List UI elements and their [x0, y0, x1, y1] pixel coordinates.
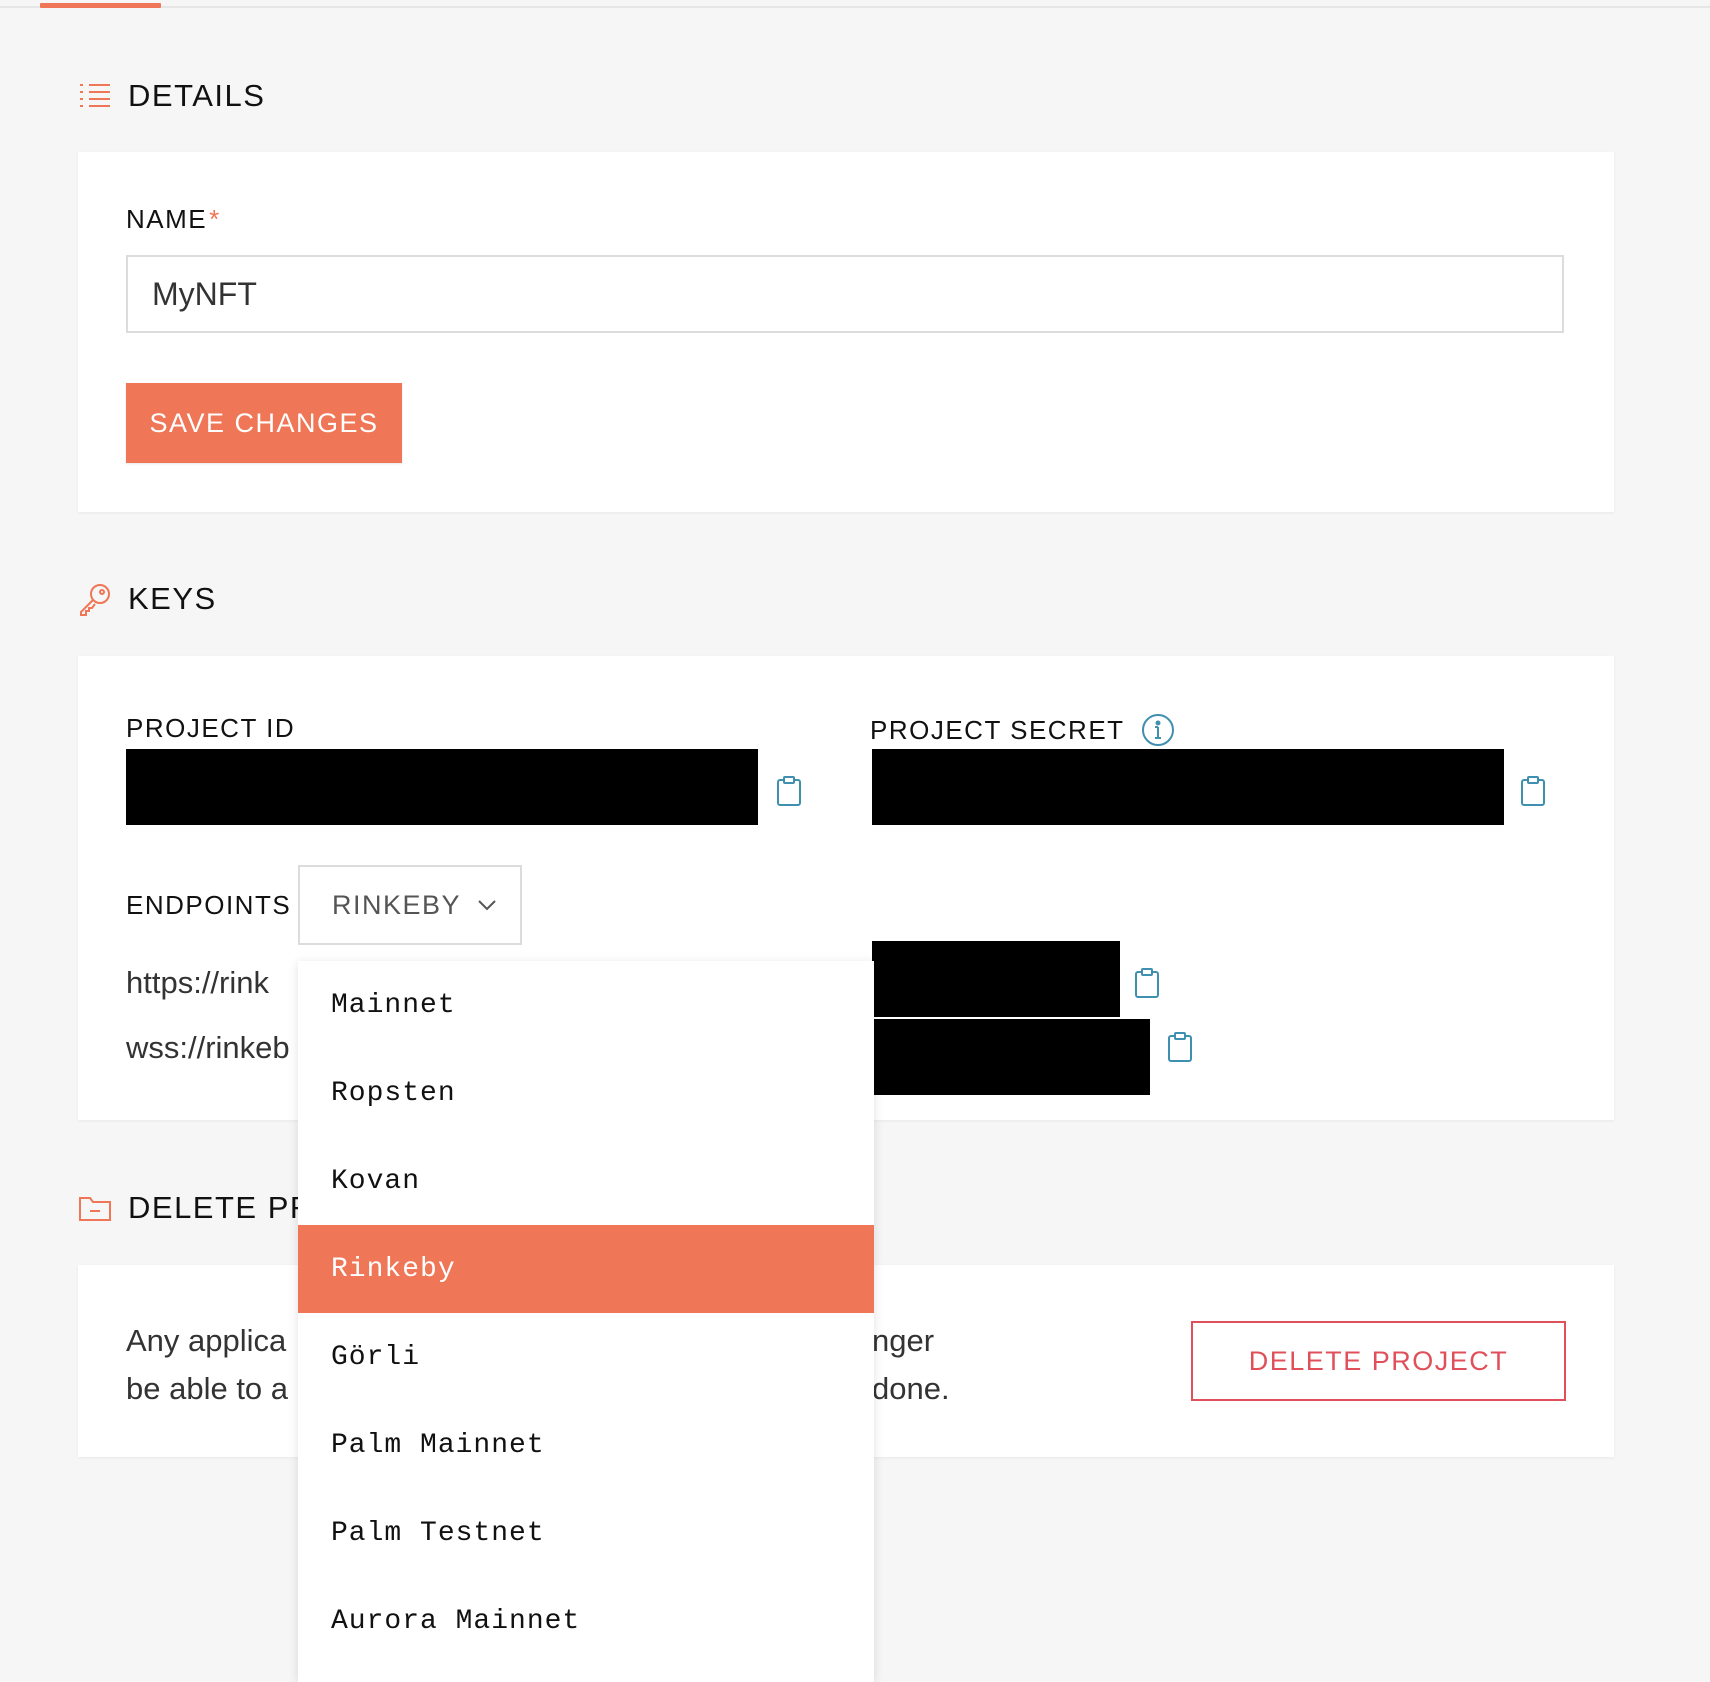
delete-warning-line2-end: done. [872, 1371, 950, 1406]
folder-icon [78, 1191, 112, 1225]
key-icon [78, 582, 112, 616]
keys-title: KEYS [128, 581, 217, 616]
endpoint-network-select[interactable]: RINKEBY [298, 865, 522, 945]
copy-project-secret-icon[interactable] [1519, 775, 1547, 807]
endpoints-label: ENDPOINTS [126, 890, 292, 920]
project-secret-label-text: PROJECT SECRET [870, 714, 1125, 745]
project-secret-value-redacted [872, 749, 1504, 825]
project-id-label: PROJECT ID [126, 713, 296, 743]
wss-endpoint-redacted [872, 1019, 1150, 1095]
copy-project-id-icon[interactable] [775, 775, 803, 807]
delete-warning-line1: Any applica [126, 1323, 287, 1358]
top-divider [0, 6, 1710, 8]
details-title: DETAILS [128, 78, 266, 113]
name-label-text: NAME [126, 204, 208, 234]
dropdown-item-palm-testnet[interactable]: Palm Testnet [298, 1489, 874, 1577]
copy-https-endpoint-icon[interactable] [1133, 967, 1161, 999]
dropdown-item-kovan[interactable]: Kovan [298, 1137, 874, 1225]
keys-section-header: KEYS [78, 581, 217, 617]
details-card: NAME* SAVE CHANGES [78, 152, 1614, 512]
dropdown-item-aurora-mainnet[interactable]: Aurora Mainnet [298, 1577, 874, 1665]
project-name-input[interactable] [126, 255, 1564, 333]
project-id-value-redacted [126, 749, 758, 825]
delete-warning-line1-end: nger [872, 1323, 935, 1358]
endpoint-network-dropdown: Mainnet Ropsten Kovan Rinkeby Görli Palm… [298, 961, 874, 1682]
details-section-header: DETAILS [78, 78, 265, 114]
chevron-down-icon [477, 899, 497, 911]
delete-project-button[interactable]: DELETE PROJECT [1191, 1321, 1566, 1401]
delete-title: DELETE PR [128, 1190, 314, 1225]
delete-section-header: DELETE PR [78, 1190, 314, 1226]
list-icon [78, 79, 112, 113]
dropdown-item-gorli[interactable]: Görli [298, 1313, 874, 1401]
dropdown-item-palm-mainnet[interactable]: Palm Mainnet [298, 1401, 874, 1489]
required-asterisk: * [209, 204, 221, 234]
delete-warning-line2: be able to a [126, 1371, 289, 1406]
wss-endpoint-url: wss://rinkeb [126, 1030, 290, 1065]
save-changes-button[interactable]: SAVE CHANGES [126, 383, 402, 463]
https-endpoint-redacted [872, 941, 1120, 1017]
name-label: NAME* [126, 204, 221, 235]
project-secret-label: PROJECT SECRET [870, 713, 1175, 747]
https-endpoint-url: https://rink [126, 965, 269, 1000]
info-icon[interactable] [1141, 713, 1175, 747]
delete-warning-text: Any applica nger be able to a done. [126, 1317, 950, 1413]
endpoint-selected-value: RINKEBY [332, 889, 462, 920]
copy-wss-endpoint-icon[interactable] [1166, 1031, 1194, 1063]
dropdown-item-ropsten[interactable]: Ropsten [298, 1049, 874, 1137]
dropdown-item-rinkeby[interactable]: Rinkeby [298, 1225, 874, 1313]
active-tab-indicator [40, 3, 161, 8]
dropdown-item-mainnet[interactable]: Mainnet [298, 961, 874, 1049]
